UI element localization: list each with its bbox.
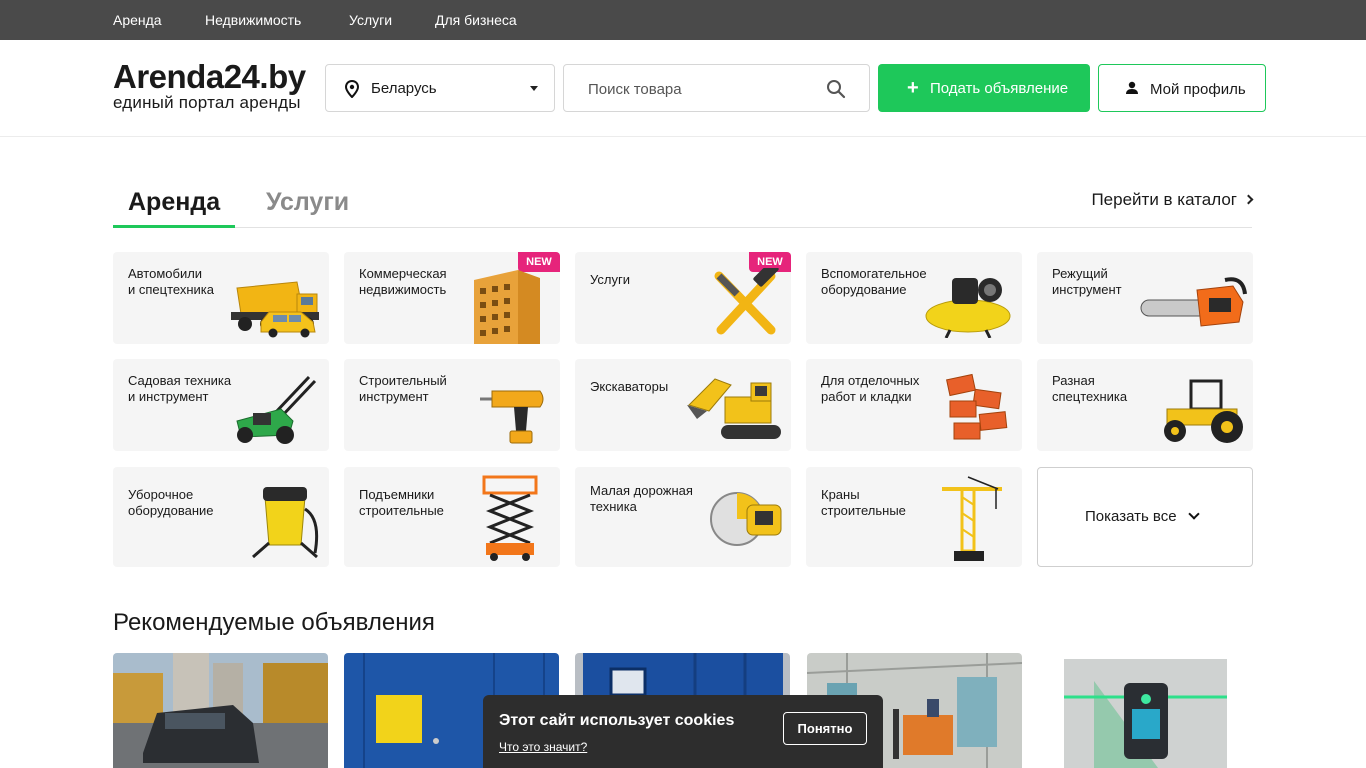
category-card-services[interactable]: Услуги NEW: [575, 252, 791, 344]
listing-card[interactable]: [113, 653, 328, 768]
catalog-link[interactable]: Перейти в каталог: [1091, 190, 1254, 210]
car-photo: [113, 653, 328, 768]
category-label: Малая дорожная техника: [590, 483, 693, 514]
building-icon: [474, 270, 540, 344]
dump-truck-icon: [231, 281, 319, 338]
cookie-banner: Этот сайт использует cookies Что это зна…: [483, 695, 883, 768]
category-label: Услуги: [590, 272, 630, 287]
topnav-services-link[interactable]: Услуги: [349, 0, 392, 40]
category-label: Подъемники строительные: [359, 487, 444, 518]
category-card-finishing-works[interactable]: Для отделочных работ и кладки: [806, 359, 1022, 451]
recommended-title: Рекомендуемые объявления: [113, 609, 435, 636]
category-label: Коммерческая недвижимость: [359, 266, 447, 297]
chevron-down-icon: [530, 86, 538, 91]
profile-label: Мой профиль: [1150, 81, 1246, 98]
category-card-vehicles[interactable]: Автомобили и спецтехника: [113, 252, 329, 344]
concrete-saw-icon: [710, 492, 782, 546]
catalog-link-label: Перейти в каталог: [1091, 190, 1237, 209]
category-card-excavators[interactable]: Экскаваторы: [575, 359, 791, 451]
drill-icon: [480, 390, 544, 444]
scissor-lift-icon: [482, 475, 538, 561]
lawn-mower-icon: [236, 375, 317, 444]
plus-icon: +: [907, 77, 919, 99]
tab-services[interactable]: Услуги: [266, 185, 349, 228]
category-card-garden[interactable]: Садовая техника и инструмент: [113, 359, 329, 451]
cookie-title: Этот сайт использует cookies: [499, 712, 735, 729]
category-label: Разная спецтехника: [1052, 373, 1128, 404]
post-ad-label: Подать объявление: [930, 80, 1069, 97]
category-card-special-machinery[interactable]: Разная спецтехника: [1037, 359, 1253, 451]
listing-card[interactable]: [1038, 653, 1253, 768]
category-card-commercial-realty[interactable]: Коммерческая недвижимость NEW: [344, 252, 560, 344]
category-card-cutting-tools[interactable]: Режущий инструмент: [1037, 252, 1253, 344]
site-header: Arenda24.by единый портал аренды Беларус…: [0, 40, 1366, 137]
region-select[interactable]: Беларусь: [325, 64, 555, 112]
category-label: Уборочное оборудование: [128, 487, 214, 518]
category-card-cleaning-equipment[interactable]: Уборочное оборудование: [113, 467, 329, 567]
chevron-down-icon: [1188, 508, 1200, 520]
tower-crane-icon: [942, 476, 1002, 561]
category-tabs: Аренда Услуги Перейти в каталог: [113, 185, 1254, 228]
category-label: Краны строительные: [821, 487, 906, 518]
tractor-icon: [1164, 379, 1243, 443]
bricks-icon: [946, 373, 1008, 440]
search-icon[interactable]: [826, 79, 846, 104]
region-label: Беларусь: [371, 80, 437, 97]
topnav-realty-link[interactable]: Недвижимость: [205, 0, 301, 40]
user-icon: [1125, 81, 1139, 100]
show-all-label: Показать все: [1085, 508, 1177, 525]
category-card-auxiliary-equipment[interactable]: Вспомогательное оборудование: [806, 252, 1022, 344]
cookie-accept-button[interactable]: Понятно: [783, 712, 867, 745]
topnav-business-link[interactable]: Для бизнеса: [435, 0, 517, 40]
location-pin-icon: [344, 79, 360, 103]
cookie-info-link[interactable]: Что это значит?: [499, 740, 587, 754]
hammer-wrench-icon: [714, 268, 779, 335]
search-input[interactable]: [588, 78, 818, 100]
laser-level-photo: [1064, 659, 1227, 768]
search-box[interactable]: [563, 64, 870, 112]
compressor-icon: [925, 278, 1011, 338]
category-card-cranes[interactable]: Краны строительные: [806, 467, 1022, 567]
logo-title[interactable]: Arenda24.by: [113, 58, 306, 96]
category-label: Для отделочных работ и кладки: [821, 373, 920, 404]
chainsaw-icon: [1140, 277, 1247, 327]
chevron-right-icon: [1243, 194, 1254, 205]
category-card-road-machinery[interactable]: Малая дорожная техника: [575, 467, 791, 567]
category-label: Строительный инструмент: [359, 373, 447, 404]
topnav-rent-link[interactable]: Аренда: [113, 0, 162, 40]
post-ad-button[interactable]: + Подать объявление: [878, 64, 1090, 112]
tab-rent[interactable]: Аренда: [113, 185, 235, 228]
profile-button[interactable]: Мой профиль: [1098, 64, 1266, 112]
new-badge: NEW: [518, 252, 560, 272]
top-navigation: Аренда Недвижимость Услуги Для бизнеса: [0, 0, 1366, 40]
show-all-button[interactable]: Показать все: [1037, 467, 1253, 567]
logo-subtitle: единый портал аренды: [113, 93, 301, 112]
vacuum-cleaner-icon: [252, 487, 319, 559]
category-card-lifts[interactable]: Подъемники строительные: [344, 467, 560, 567]
category-card-construction-tools[interactable]: Строительный инструмент: [344, 359, 560, 451]
excavator-icon: [687, 378, 781, 439]
